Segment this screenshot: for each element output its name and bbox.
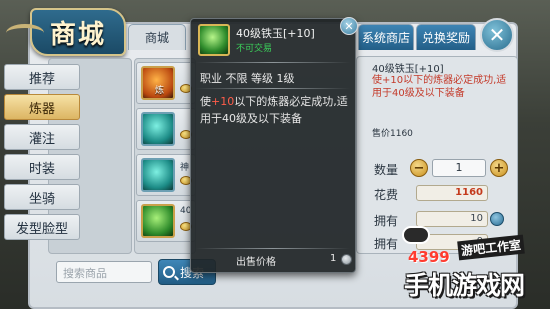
tooltip-untradable: 不可交易 <box>236 44 273 54</box>
quantity-minus-button[interactable]: − <box>410 159 428 177</box>
tooltip-close-icon[interactable]: ✕ <box>340 17 358 35</box>
nav-item-hair-face[interactable]: 发型脸型 <box>4 214 80 240</box>
desc-highlight: +10 <box>211 95 235 108</box>
cost-value: 1160 <box>416 185 488 201</box>
iron-jade-icon <box>198 24 230 56</box>
partial-label: 神 <box>180 163 190 173</box>
page-title: 商城 <box>50 20 107 50</box>
tooltip-requirements: 职业 不限 等级 1级 <box>200 72 295 85</box>
nav-item-infuse[interactable]: 灌注 <box>4 124 80 150</box>
nav-item-fashion[interactable]: 时装 <box>4 154 80 180</box>
detail-description: 使+10以下的炼器必定成功,适用于40级及以下装备 <box>372 75 507 99</box>
owned-label: 拥有 <box>374 214 399 228</box>
search-icon <box>163 266 175 278</box>
nav-item-mount[interactable]: 坐骑 <box>4 184 80 210</box>
detail-sell-price: 售价1160 <box>372 129 413 139</box>
nav-item-recommend[interactable]: 推荐 <box>4 64 80 90</box>
jade-icon <box>141 112 175 146</box>
owned-value: 10 <box>416 211 488 227</box>
jade-icon <box>141 158 175 192</box>
list-item[interactable]: 炼 <box>136 62 196 104</box>
iron-jade-icon <box>141 204 175 238</box>
gamepad-logo-icon <box>402 226 430 244</box>
roof-ornament-icon <box>6 24 44 42</box>
currency-bubble-icon <box>490 212 504 226</box>
divider <box>196 88 350 89</box>
item-tag: 炼 <box>155 86 165 96</box>
desc-prefix: 使 <box>200 95 211 108</box>
tab-shop[interactable]: 商城 <box>128 24 186 50</box>
tab-redeem-rewards[interactable]: 兑换奖励 <box>416 24 476 50</box>
tooltip-description: 使+10以下的炼器必定成功,适用于40级及以下装备 <box>200 93 350 127</box>
quantity-label: 数量 <box>374 163 399 177</box>
cost-label: 花费 <box>374 188 399 202</box>
detail-item-name: 40级铁玉[+10] <box>372 64 444 75</box>
tooltip-title: 40级铁玉[+10] <box>236 27 315 40</box>
list-item[interactable] <box>136 108 196 150</box>
close-icon[interactable]: ✕ <box>480 18 514 52</box>
owned-label: 拥有 <box>374 237 399 251</box>
tooltip-sell-value: 1 <box>330 253 337 264</box>
nav-item-refine[interactable]: 炼器 <box>4 94 80 120</box>
divider <box>196 248 350 249</box>
silver-coin-icon <box>341 254 352 265</box>
tab-system-store[interactable]: 系统商店 <box>358 24 414 50</box>
watermark-site: 手机游戏网 <box>404 271 525 300</box>
item-tooltip <box>190 18 356 273</box>
search-input[interactable]: 搜索商品 <box>56 261 152 283</box>
divider <box>196 62 350 63</box>
quantity-input[interactable]: 1 <box>432 159 486 177</box>
quantity-plus-button[interactable]: + <box>490 159 508 177</box>
tooltip-sell-label: 出售价格 <box>236 257 276 268</box>
watermark-brand: 4399 <box>408 248 450 266</box>
